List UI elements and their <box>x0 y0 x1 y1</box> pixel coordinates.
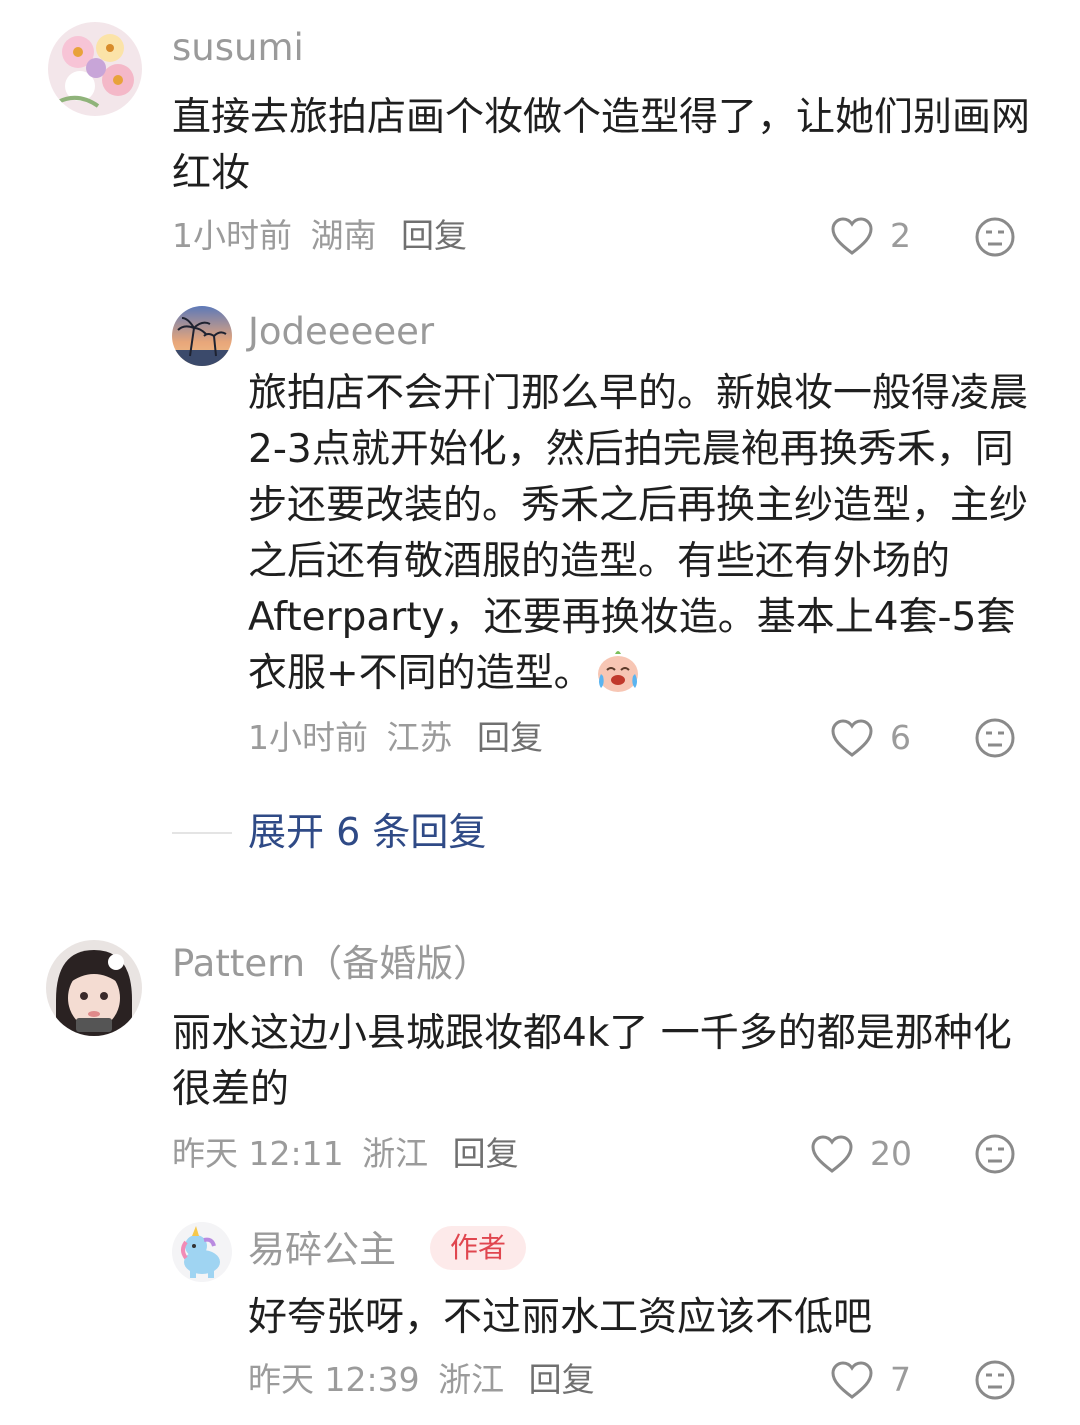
floral-avatar-icon <box>48 22 142 116</box>
heart-icon[interactable] <box>830 216 874 256</box>
timestamp: 昨天 12:39 <box>248 1360 420 1399</box>
dislike-face-icon[interactable] <box>974 216 1016 258</box>
avatar[interactable] <box>46 940 142 1036</box>
like-count: 6 <box>890 718 911 757</box>
comment-meta: 1小时前 湖南 回复 <box>172 216 467 256</box>
comment-meta: 1小时前 江苏 回复 <box>248 718 543 758</box>
username[interactable]: 易碎公主 <box>248 1228 396 1272</box>
username[interactable]: Pattern（备婚版） <box>172 942 490 986</box>
reply-button[interactable]: 回复 <box>453 1134 519 1173</box>
reply-button[interactable]: 回复 <box>401 216 467 255</box>
location: 浙江 <box>438 1360 505 1399</box>
avatar[interactable] <box>172 1222 232 1282</box>
heart-icon[interactable] <box>810 1134 854 1174</box>
like-count: 20 <box>870 1134 912 1173</box>
expand-replies-button[interactable]: 展开 6 条回复 <box>248 808 486 856</box>
avatar[interactable] <box>48 22 142 116</box>
location: 浙江 <box>362 1134 429 1173</box>
dislike-face-icon[interactable] <box>974 1359 1016 1401</box>
dislike-face-icon[interactable] <box>974 717 1016 759</box>
crying-laugh-emoji-icon <box>597 651 638 692</box>
comment-text: 直接去旅拍店画个妆做个造型得了，让她们别画网红妆 <box>172 95 1031 196</box>
timestamp: 1小时前 <box>248 718 368 757</box>
comment-meta: 昨天 12:39 浙江 回复 <box>248 1360 595 1400</box>
comment-text: 好夸张呀，不过丽水工资应该不低吧 <box>248 1295 873 1340</box>
reply-button[interactable]: 回复 <box>477 718 543 757</box>
like-count: 2 <box>890 216 911 255</box>
username[interactable]: Jodeeeeer <box>248 310 434 354</box>
heart-icon[interactable] <box>830 1360 874 1400</box>
heart-icon[interactable] <box>830 718 874 758</box>
unicorn-avatar-icon <box>172 1222 232 1282</box>
beach-avatar-icon <box>172 306 232 366</box>
reply-button[interactable]: 回复 <box>529 1360 595 1399</box>
comment-meta: 昨天 12:11 浙江 回复 <box>172 1134 519 1174</box>
comment-text: 丽水这边小县城跟妆都4k了 一千多的都是那种化很差的 <box>172 1011 1012 1112</box>
author-badge: 作者 <box>430 1226 527 1270</box>
timestamp: 1小时前 <box>172 216 292 255</box>
username[interactable]: susumi <box>172 26 304 70</box>
dislike-face-icon[interactable] <box>974 1133 1016 1175</box>
expand-divider <box>172 832 232 834</box>
comment-text: 旅拍店不会开门那么早的。新娘妆一般得凌晨2-3点就开始化，然后拍完晨袍再换秀禾，… <box>248 366 1032 702</box>
location: 江苏 <box>386 718 453 757</box>
avatar[interactable] <box>172 306 232 366</box>
like-count: 7 <box>890 1360 911 1399</box>
girl-avatar-icon <box>46 940 142 1036</box>
timestamp: 昨天 12:11 <box>172 1134 344 1173</box>
location: 湖南 <box>310 216 377 255</box>
